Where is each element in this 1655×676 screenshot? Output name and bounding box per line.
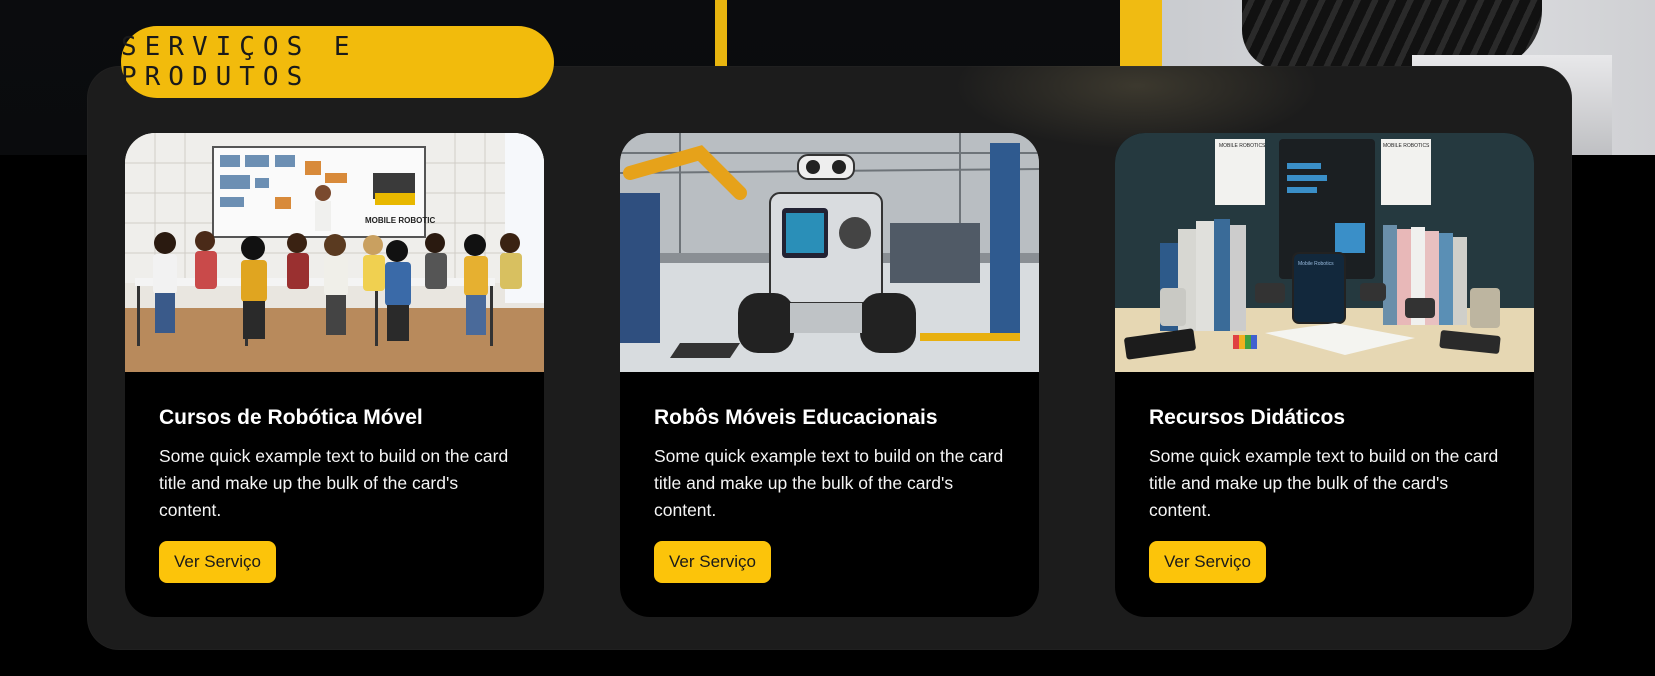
card-title: Recursos Didáticos bbox=[1149, 406, 1346, 429]
poster-label: MOBILE ROBOTICS bbox=[1383, 143, 1430, 149]
ver-servico-button[interactable]: Ver Serviço bbox=[1149, 541, 1266, 583]
card-title: Cursos de Robótica Móvel bbox=[159, 406, 423, 429]
hero-accent-stripe bbox=[1120, 0, 1162, 70]
tablet-label: Mobile Robotics bbox=[1298, 261, 1334, 267]
robot-factory-image bbox=[620, 133, 1039, 372]
board-label: MOBILE ROBOTIC bbox=[365, 216, 435, 225]
ver-servico-button[interactable]: Ver Serviço bbox=[159, 541, 276, 583]
classroom-image: MOBILE ROBOTIC bbox=[125, 133, 544, 372]
section-title: SERVIÇOS E PRODUTOS bbox=[121, 26, 554, 98]
ver-servico-button[interactable]: Ver Serviço bbox=[654, 541, 771, 583]
card-text: Some quick example text to build on the … bbox=[159, 446, 509, 521]
hero-accent-stripe bbox=[715, 0, 727, 70]
service-card: Robôs Móveis Educacionais Some quick exa… bbox=[620, 133, 1039, 617]
service-card: MOBILE ROBOTICS MOBILE ROBOTICS Mobile R… bbox=[1115, 133, 1534, 617]
teaching-resources-image: MOBILE ROBOTICS MOBILE ROBOTICS Mobile R… bbox=[1115, 133, 1534, 372]
poster-label: MOBILE ROBOTICS bbox=[1219, 143, 1266, 149]
card-text: Some quick example text to build on the … bbox=[654, 446, 1004, 521]
card-title: Robôs Móveis Educacionais bbox=[654, 406, 938, 429]
card-text: Some quick example text to build on the … bbox=[1149, 446, 1499, 521]
service-card: MOBILE ROBOTIC Cursos de Robótica Móvel … bbox=[125, 133, 544, 617]
